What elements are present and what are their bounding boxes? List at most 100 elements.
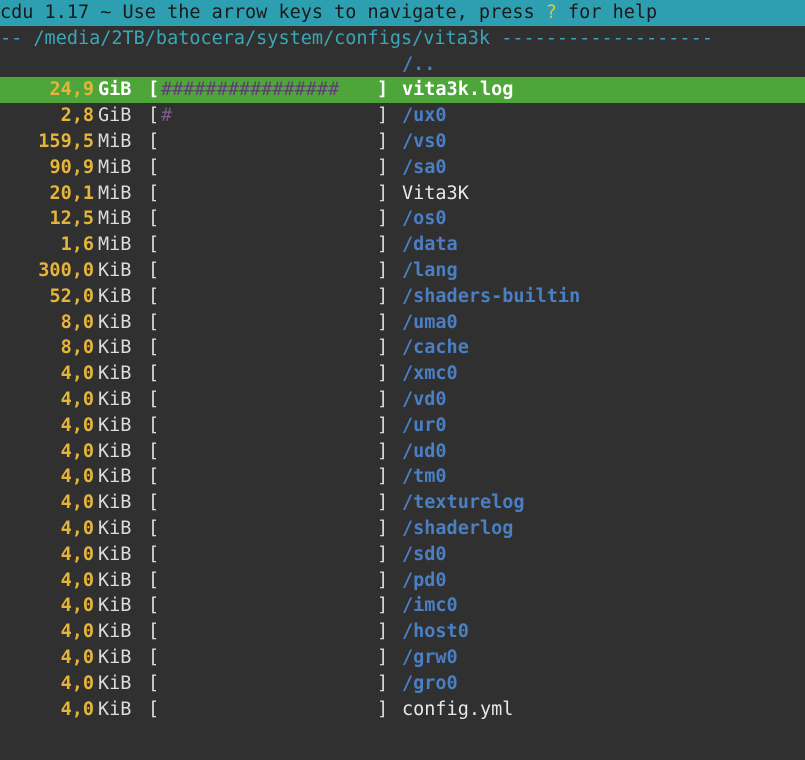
entry-size: 90,9 — [49, 156, 94, 178]
header-bar: cdu 1.17 ~ Use the arrow keys to navigat… — [0, 0, 805, 26]
entry-size: 8,0 — [60, 337, 94, 359]
directory-name: /uma0 — [402, 311, 458, 333]
usage-bar-open-bracket: [ — [148, 363, 160, 385]
entry-size: 4,0 — [60, 621, 94, 643]
file-list-row[interactable]: 300,0 KiB [] /lang — [0, 258, 805, 284]
entry-size-unit: KiB — [98, 543, 132, 565]
entry-size: 300,0 — [38, 259, 94, 281]
file-list-row[interactable]: 4,0 KiB [] /ur0 — [0, 413, 805, 439]
directory-name: /sa0 — [402, 156, 447, 178]
usage-bar-open-bracket: [ — [148, 130, 160, 152]
entry-size-unit: KiB — [98, 311, 132, 333]
file-list-row[interactable]: 4,0 KiB [] /imc0 — [0, 593, 805, 619]
usage-bar-close-bracket: ] — [377, 130, 389, 152]
parent-directory-entry[interactable]: /.. — [0, 52, 805, 78]
directory-name: /shaders-builtin — [402, 285, 581, 307]
usage-bar-open-bracket: [ — [148, 234, 160, 256]
file-list-row[interactable]: 4,0 KiB [] config.yml — [0, 697, 805, 723]
file-list-row[interactable]: 8,0 KiB [] /uma0 — [0, 310, 805, 336]
file-list-row[interactable]: 4,0 KiB [] /ud0 — [0, 439, 805, 465]
entry-size: 4,0 — [60, 466, 94, 488]
directory-name: /ux0 — [402, 105, 447, 127]
directory-name: /shaderlog — [402, 517, 514, 539]
current-path-bar: -- /media/2TB/batocera/system/configs/vi… — [0, 26, 805, 52]
usage-bar-close-bracket: ] — [377, 337, 389, 359]
terminal-window[interactable]: cdu 1.17 ~ Use the arrow keys to navigat… — [0, 0, 805, 760]
usage-bar-close-bracket: ] — [377, 259, 389, 281]
usage-bar-close-bracket: ] — [377, 105, 389, 127]
directory-name: /texturelog — [402, 492, 525, 514]
entry-size-unit: GiB — [98, 79, 132, 101]
usage-bar-open-bracket: [ — [148, 259, 160, 281]
file-list-row[interactable]: 8,0 KiB [] /cache — [0, 335, 805, 361]
usage-bar-open-bracket: [ — [148, 517, 160, 539]
directory-name: /tm0 — [402, 466, 447, 488]
usage-bar-open-bracket: [ — [148, 466, 160, 488]
file-list-row-selected[interactable]: 24,9 GiB [################] vita3k.log — [0, 77, 805, 104]
usage-bar-open-bracket: [ — [148, 337, 160, 359]
entry-size-unit: GiB — [98, 105, 132, 127]
file-list-row[interactable]: 159,5 MiB [] /vs0 — [0, 129, 805, 155]
file-list-row[interactable]: 2,8 GiB [#] /ux0 — [0, 103, 805, 129]
entry-size-unit: KiB — [98, 414, 132, 436]
current-path: -- /media/2TB/batocera/system/configs/vi… — [0, 27, 502, 49]
usage-bar-open-bracket: [ — [148, 672, 160, 694]
file-list-row[interactable]: 20,1 MiB [] Vita3K — [0, 181, 805, 207]
usage-bar-close-bracket: ] — [377, 440, 389, 462]
file-list-row[interactable]: 4,0 KiB [] /tm0 — [0, 464, 805, 490]
usage-bar-open-bracket: [ — [148, 543, 160, 565]
file-list-row[interactable]: 12,5 MiB [] /os0 — [0, 206, 805, 232]
entry-size-unit: KiB — [98, 337, 132, 359]
entry-size-unit: KiB — [98, 672, 132, 694]
entry-size-unit: MiB — [98, 182, 132, 204]
usage-bar-close-bracket: ] — [377, 595, 389, 617]
file-list-row[interactable]: 4,0 KiB [] /texturelog — [0, 490, 805, 516]
file-list-row[interactable]: 4,0 KiB [] /sd0 — [0, 542, 805, 568]
entry-size-unit: KiB — [98, 646, 132, 668]
file-list-row[interactable]: 4,0 KiB [] /xmc0 — [0, 361, 805, 387]
directory-name: /lang — [402, 259, 458, 281]
usage-bar-open-bracket: [ — [148, 285, 160, 307]
file-list-row[interactable]: 90,9 MiB [] /sa0 — [0, 155, 805, 181]
usage-bar-close-bracket: ] — [377, 311, 389, 333]
usage-bar-close-bracket: ] — [377, 698, 389, 720]
file-list-row[interactable]: 4,0 KiB [] /vd0 — [0, 387, 805, 413]
usage-bar-open-bracket: [ — [148, 208, 160, 230]
directory-name: /vd0 — [402, 388, 447, 410]
directory-name: /data — [402, 234, 458, 256]
header-title-suffix: for help — [556, 2, 658, 23]
usage-bar-open-bracket: [ — [148, 698, 160, 720]
directory-name: /xmc0 — [402, 363, 458, 385]
entry-size: 12,5 — [49, 208, 94, 230]
usage-bar-open-bracket: [ — [148, 646, 160, 668]
file-list-row[interactable]: 4,0 KiB [] /host0 — [0, 619, 805, 645]
usage-bar-close-bracket: ] — [377, 414, 389, 436]
usage-bar-close-bracket: ] — [377, 621, 389, 643]
entry-size: 4,0 — [60, 363, 94, 385]
entry-size: 4,0 — [60, 569, 94, 591]
usage-bar-close-bracket: ] — [377, 569, 389, 591]
file-name: Vita3K — [402, 182, 469, 204]
entry-size: 24,9 — [49, 79, 94, 101]
entry-size: 4,0 — [60, 672, 94, 694]
file-list-row[interactable]: 1,6 MiB [] /data — [0, 232, 805, 258]
entry-size-unit: KiB — [98, 698, 132, 720]
entry-size-unit: MiB — [98, 130, 132, 152]
usage-bar-close-bracket: ] — [377, 208, 389, 230]
usage-bar-open-bracket: [ — [148, 79, 160, 101]
entry-size-unit: MiB — [98, 208, 132, 230]
file-list-row[interactable]: 52,0 KiB [] /shaders-builtin — [0, 284, 805, 310]
help-key-hint: ? — [545, 2, 557, 23]
file-list-row[interactable]: 4,0 KiB [] /shaderlog — [0, 516, 805, 542]
entry-size: 8,0 — [60, 311, 94, 333]
entry-size: 4,0 — [60, 698, 94, 720]
usage-bar-open-bracket: [ — [148, 388, 160, 410]
file-list-row[interactable]: 4,0 KiB [] /grw0 — [0, 645, 805, 671]
file-list-row[interactable]: 4,0 KiB [] /pd0 — [0, 568, 805, 594]
entry-size-unit: KiB — [98, 517, 132, 539]
file-list-row[interactable]: 4,0 KiB [] /gro0 — [0, 671, 805, 697]
entry-size-unit: MiB — [98, 234, 132, 256]
usage-bar-open-bracket: [ — [148, 569, 160, 591]
usage-bar: # — [161, 105, 173, 127]
usage-bar-close-bracket: ] — [377, 543, 389, 565]
